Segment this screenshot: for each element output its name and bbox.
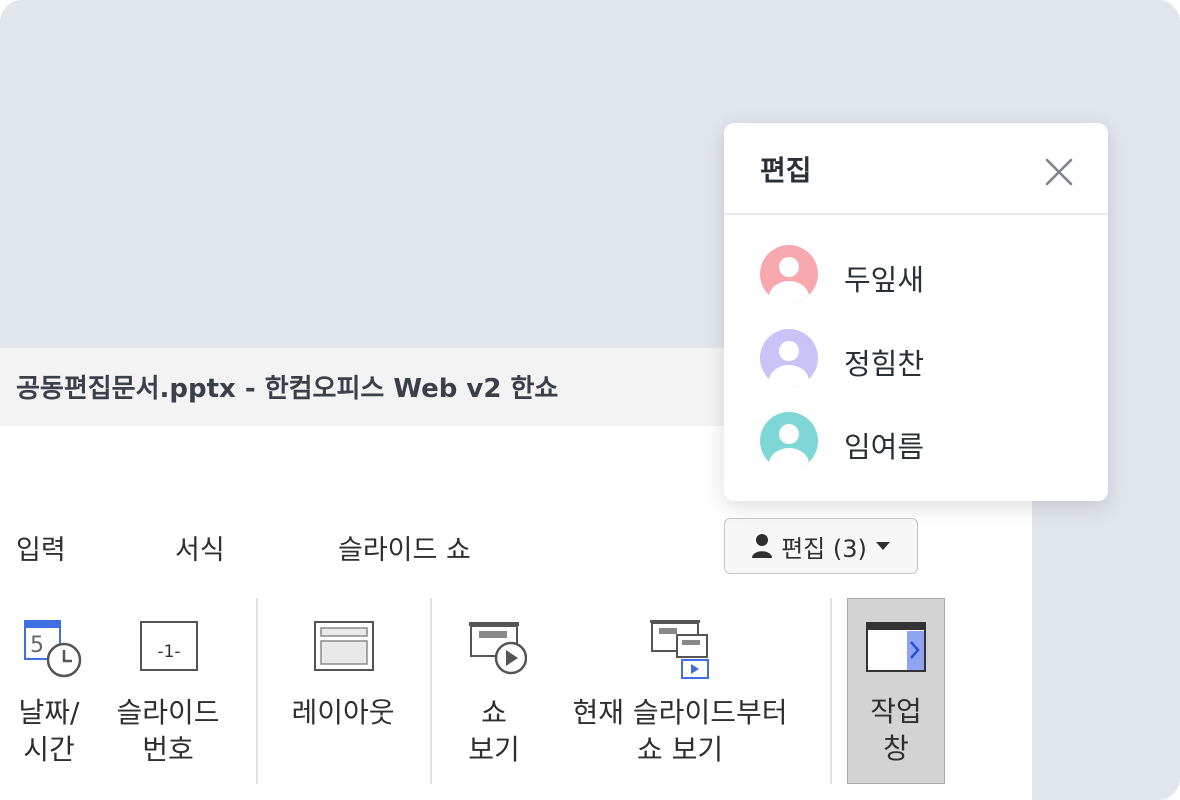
task-pane-button[interactable]: 작업 창 [847, 598, 945, 784]
avatar [760, 329, 818, 387]
toolbar-separator [830, 598, 832, 784]
user-name: 두잎새 [844, 263, 925, 297]
menu-format[interactable]: 서식 [175, 528, 225, 567]
popup-title: 편집 [760, 154, 812, 187]
toolbar-separator [256, 598, 258, 784]
close-icon[interactable] [1042, 155, 1076, 189]
task-pane-label-1: 작업 [870, 695, 922, 728]
show-view-label-2: 보기 [468, 733, 520, 766]
desktop-background: 공동편집문서.pptx - 한컴오피스 Web v2 한쇼 입력 서식 슬라이드… [0, 0, 1180, 800]
show-view-label-1: 쇼 [481, 696, 507, 729]
date-time-button[interactable]: 5 날짜/ 시간 [12, 614, 86, 768]
user-name: 정힘찬 [844, 347, 925, 381]
slideshow-from-current-icon [650, 620, 709, 679]
date-time-label-2: 시간 [23, 733, 75, 766]
user-row: 두잎새 [760, 245, 1080, 305]
show-from-current-label-1: 현재 슬라이드부터 [572, 696, 788, 729]
user-row: 정힘찬 [760, 329, 1080, 389]
slide-number-button[interactable]: -1- 슬라이드 번호 [104, 614, 232, 768]
menu-slide-show[interactable]: 슬라이드 쇼 [338, 528, 471, 567]
show-from-current-label-2: 쇼 보기 [636, 733, 724, 766]
menu-insert[interactable]: 입력 [16, 528, 66, 567]
slide-number-icon: -1- [140, 621, 198, 671]
date-time-label-1: 날짜/ [18, 696, 80, 729]
editors-popup: 편집 두잎새 정힘찬 임여름 [724, 123, 1108, 501]
editors-button-label: 편집 (3) [781, 534, 867, 563]
slideshow-play-icon [469, 622, 527, 675]
slide-number-label-2: 번호 [142, 733, 194, 766]
layout-label: 레이아웃 [291, 696, 395, 729]
toolbar-separator [430, 598, 432, 784]
calendar-clock-icon: 5 [24, 620, 82, 678]
task-pane-label-2: 창 [883, 732, 909, 765]
layout-button[interactable]: 레이아웃 [280, 614, 406, 731]
layout-icon [314, 621, 374, 671]
task-pane-icon [866, 622, 926, 672]
editors-button[interactable]: 편집 (3) [724, 518, 918, 574]
avatar [760, 245, 818, 303]
slide-number-label-1: 슬라이드 [116, 696, 220, 729]
svg-text:5: 5 [30, 633, 44, 658]
window-title: 공동편집문서.pptx - 한컴오피스 Web v2 한쇼 [16, 374, 559, 404]
user-icon [752, 534, 773, 558]
caret-down-icon [875, 542, 890, 550]
user-name: 임여름 [844, 430, 925, 464]
svg-text:-1-: -1- [157, 642, 180, 662]
user-row: 임여름 [760, 412, 1080, 472]
avatar [760, 412, 818, 470]
popup-divider [724, 213, 1108, 215]
show-from-current-button[interactable]: 현재 슬라이드부터 쇼 보기 [552, 614, 808, 768]
show-view-button[interactable]: 쇼 보기 [456, 614, 532, 768]
